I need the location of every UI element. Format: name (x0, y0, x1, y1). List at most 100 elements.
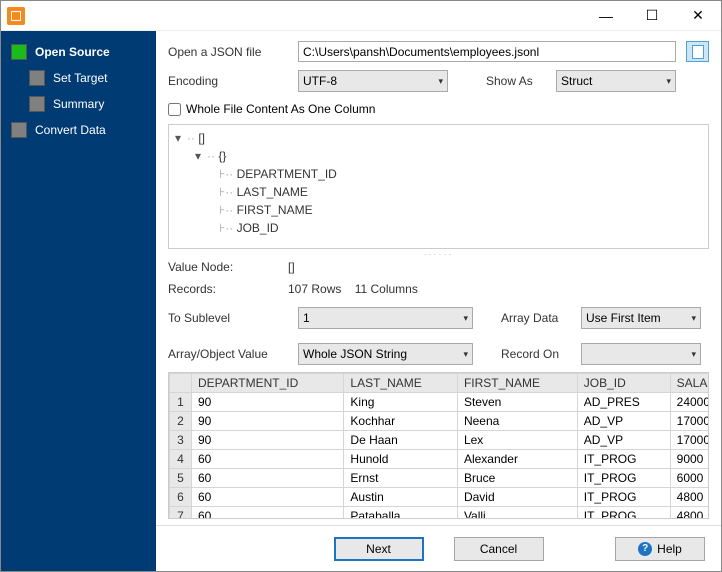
row-number: 3 (170, 431, 192, 450)
sidebar-item-label: Summary (53, 97, 104, 111)
record-on-select[interactable]: ▾ (581, 343, 701, 365)
cell[interactable]: 9000 (670, 450, 709, 469)
browse-file-button[interactable] (686, 41, 709, 62)
cell[interactable]: Kochhar (344, 412, 458, 431)
file-path-input[interactable] (298, 41, 676, 62)
sidebar-item-set-target[interactable]: Set Target (25, 65, 150, 91)
cell[interactable]: AD_VP (577, 412, 670, 431)
to-sublevel-value: 1 (303, 311, 310, 325)
to-sublevel-select[interactable]: 1 ▾ (298, 307, 473, 329)
cell[interactable]: Pataballa (344, 507, 458, 520)
json-tree-pane[interactable]: ▾·· [] ▾·· {} ⊦·· DEPARTMENT_ID ⊦·· LAST… (168, 124, 709, 249)
table-row[interactable]: 460HunoldAlexanderIT_PROG9000AHUNOL (170, 450, 710, 469)
cell[interactable]: 90 (192, 393, 344, 412)
to-sublevel-label: To Sublevel (168, 311, 288, 325)
encoding-select[interactable]: UTF-8 ▾ (298, 70, 448, 92)
cell[interactable]: 60 (192, 450, 344, 469)
window: — ☐ ✕ Open Source Set Target Summary Con… (0, 0, 722, 572)
table-row[interactable]: 660AustinDavidIT_PROG4800DAUSTIN (170, 488, 710, 507)
cell[interactable]: IT_PROG (577, 488, 670, 507)
cell[interactable]: IT_PROG (577, 450, 670, 469)
next-button[interactable]: Next (334, 537, 424, 561)
row-number: 1 (170, 393, 192, 412)
encoding-label: Encoding (168, 74, 288, 88)
tree-field[interactable]: JOB_ID (237, 221, 279, 235)
cell[interactable]: Lex (457, 431, 577, 450)
tree-object[interactable]: {} (218, 149, 226, 163)
cell[interactable]: 17000 (670, 412, 709, 431)
cell[interactable]: AD_PRES (577, 393, 670, 412)
column-header[interactable]: FIRST_NAME (457, 374, 577, 393)
table-row[interactable]: 760PataballaValliIT_PROG4800VPATABAL (170, 507, 710, 520)
sidebar-item-convert-data[interactable]: Convert Data (7, 117, 150, 143)
cell[interactable]: IT_PROG (577, 507, 670, 520)
cell[interactable]: 17000 (670, 431, 709, 450)
column-header[interactable]: DEPARTMENT_ID (192, 374, 344, 393)
cell[interactable]: Hunold (344, 450, 458, 469)
column-header[interactable]: SALARY (670, 374, 709, 393)
step-icon (11, 44, 27, 60)
whole-file-checkbox[interactable] (168, 103, 181, 116)
row-number: 7 (170, 507, 192, 520)
chevron-down-icon: ▾ (438, 76, 443, 87)
help-icon: ? (638, 542, 652, 556)
minimize-button[interactable]: — (583, 1, 629, 31)
tree-field[interactable]: LAST_NAME (237, 185, 308, 199)
cell[interactable]: 24000 (670, 393, 709, 412)
help-label: Help (657, 542, 682, 556)
chevron-down-icon: ▾ (691, 349, 696, 360)
table-row[interactable]: 190KingStevenAD_PRES24000SKING (170, 393, 710, 412)
table-row[interactable]: 390De HaanLexAD_VP17000LDEHAAN (170, 431, 710, 450)
cell[interactable]: 4800 (670, 507, 709, 520)
column-header[interactable]: LAST_NAME (344, 374, 458, 393)
cell[interactable]: Bruce (457, 469, 577, 488)
cell[interactable]: Valli (457, 507, 577, 520)
record-on-label: Record On (501, 347, 571, 361)
cell[interactable]: Steven (457, 393, 577, 412)
cell[interactable]: AD_VP (577, 431, 670, 450)
tree-root[interactable]: [] (198, 131, 205, 145)
cell[interactable]: 90 (192, 431, 344, 450)
column-header[interactable]: JOB_ID (577, 374, 670, 393)
maximize-button[interactable]: ☐ (629, 1, 675, 31)
cancel-button[interactable]: Cancel (454, 537, 544, 561)
preview-table-wrap[interactable]: DEPARTMENT_IDLAST_NAMEFIRST_NAMEJOB_IDSA… (168, 372, 709, 519)
sidebar-item-open-source[interactable]: Open Source (7, 39, 150, 65)
table-row[interactable]: 290KochharNeenaAD_VP17000NKOCHH (170, 412, 710, 431)
cell[interactable]: Austin (344, 488, 458, 507)
array-data-label: Array Data (501, 311, 571, 325)
showas-value: Struct (561, 74, 592, 88)
chevron-down-icon: ▾ (666, 76, 671, 87)
footer: Next Cancel ? Help (156, 525, 721, 571)
tree-field[interactable]: FIRST_NAME (237, 203, 313, 217)
showas-label: Show As (486, 74, 546, 88)
row-number: 5 (170, 469, 192, 488)
splitter-grip[interactable]: ······ (168, 249, 709, 256)
records-label: Records: (168, 282, 288, 296)
cell[interactable]: King (344, 393, 458, 412)
whole-file-checkbox-label: Whole File Content As One Column (186, 102, 375, 116)
tree-field[interactable]: DEPARTMENT_ID (237, 167, 337, 181)
close-button[interactable]: ✕ (675, 1, 721, 31)
cell[interactable]: 90 (192, 412, 344, 431)
cell[interactable]: Alexander (457, 450, 577, 469)
array-data-select[interactable]: Use First Item ▾ (581, 307, 701, 329)
cell[interactable]: 60 (192, 488, 344, 507)
cell[interactable]: IT_PROG (577, 469, 670, 488)
value-node-label: Value Node: (168, 260, 288, 274)
sidebar-item-summary[interactable]: Summary (25, 91, 150, 117)
cell[interactable]: De Haan (344, 431, 458, 450)
cell[interactable]: 6000 (670, 469, 709, 488)
cell[interactable]: 60 (192, 507, 344, 520)
cell[interactable]: 4800 (670, 488, 709, 507)
table-row[interactable]: 560ErnstBruceIT_PROG6000BERNST (170, 469, 710, 488)
help-button[interactable]: ? Help (615, 537, 705, 561)
value-node-value: [] (288, 260, 295, 274)
open-file-label: Open a JSON file (168, 45, 288, 59)
cell[interactable]: Neena (457, 412, 577, 431)
showas-select[interactable]: Struct ▾ (556, 70, 676, 92)
cell[interactable]: Ernst (344, 469, 458, 488)
cell[interactable]: David (457, 488, 577, 507)
array-object-select[interactable]: Whole JSON String ▾ (298, 343, 473, 365)
cell[interactable]: 60 (192, 469, 344, 488)
